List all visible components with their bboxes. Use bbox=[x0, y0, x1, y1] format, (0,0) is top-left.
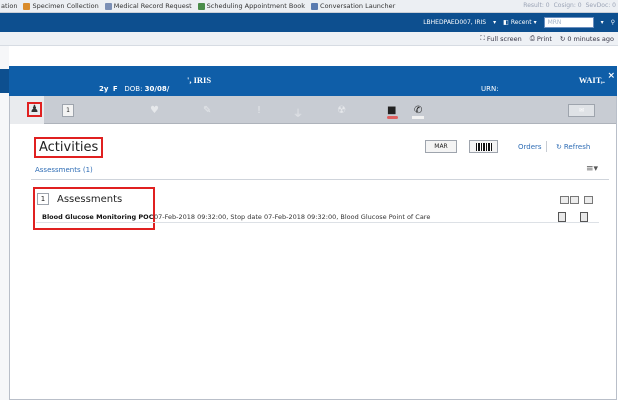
toolbar-specimen-collection[interactable]: Specimen Collection bbox=[23, 2, 99, 10]
vitals-icon[interactable]: ⏚ bbox=[293, 105, 303, 120]
group-document-icon[interactable] bbox=[570, 196, 579, 204]
calendar-icon bbox=[197, 2, 205, 10]
app-toolbar: ation Specimen Collection Medical Record… bbox=[0, 0, 618, 13]
tab-patient[interactable]: ♟ bbox=[10, 96, 44, 124]
print-button[interactable]: ⎙ Print bbox=[530, 34, 552, 43]
toolbar-item-label: ation bbox=[1, 2, 18, 10]
gutter-active-marker bbox=[0, 69, 9, 93]
print-label: Print bbox=[536, 34, 552, 43]
left-gutter bbox=[0, 46, 9, 400]
chevron-down-icon: ▾ bbox=[533, 19, 537, 26]
app-header: LBHEDPAED007, IRIS ▾ ◧ Recent ▾ MRN ▾ ⚲ bbox=[0, 13, 618, 32]
chevron-down-icon[interactable]: ▾ bbox=[601, 19, 604, 26]
person-icon: ♟ bbox=[27, 102, 42, 117]
thermometer-icon[interactable]: ! bbox=[257, 105, 261, 116]
patient-age: 2y bbox=[99, 85, 109, 93]
chat-icon bbox=[311, 2, 319, 10]
mar-button[interactable]: MAR bbox=[425, 140, 457, 153]
current-user[interactable]: LBHEDPAED007, IRIS bbox=[423, 19, 486, 26]
toolbar-item-label: Conversation Launcher bbox=[320, 2, 396, 10]
task-row[interactable]: Blood Glucose Monitoring POC 07-Feb-2018… bbox=[36, 211, 599, 223]
flag-document-icon[interactable] bbox=[580, 212, 588, 222]
recent-menu[interactable]: ◧ Recent ▾ bbox=[503, 19, 536, 26]
search-icon[interactable]: ⚲ bbox=[611, 19, 615, 26]
message-button[interactable]: ✉ bbox=[568, 104, 595, 117]
group-count: 1 bbox=[37, 193, 49, 205]
refresh-icon: ↻ bbox=[556, 143, 562, 151]
document-icon[interactable] bbox=[558, 212, 566, 222]
toolbar-item-truncated[interactable]: ation bbox=[1, 2, 17, 10]
patient-banner: ', IRIS 2y F DOB: 30/08/ URN: WAIT,. × bbox=[9, 66, 617, 96]
cosign-counter[interactable]: Cosign: 0 bbox=[554, 2, 582, 9]
patient-demographics: 2y F DOB: 30/08/ bbox=[99, 85, 169, 93]
alert-indicator bbox=[387, 116, 398, 119]
toolbar-medical-record-request[interactable]: Medical Record Request bbox=[104, 2, 192, 10]
phone-icon[interactable]: ✆ bbox=[414, 105, 422, 116]
view-toolbar: ⛶ Full screen ⎙ Print ↻ 0 minutes ago bbox=[0, 32, 618, 46]
refresh-icon: ↻ bbox=[559, 34, 566, 43]
full-screen-button[interactable]: ⛶ Full screen bbox=[480, 34, 521, 43]
sevdoc-counter[interactable]: SevDoc: 0 bbox=[586, 2, 616, 9]
full-screen-label: Full screen bbox=[486, 34, 522, 43]
notification-counters: Result: 0 Cosign: 0 SevDoc: 0 bbox=[523, 2, 616, 9]
toolbar-item-label: Scheduling Appointment Book bbox=[206, 2, 306, 10]
divider bbox=[546, 141, 547, 152]
task-detail: 07-Feb-2018 09:32:00, Stop date 07-Feb-2… bbox=[154, 213, 431, 221]
lock-icon[interactable]: ■ bbox=[387, 105, 396, 116]
refresh-label: Refresh bbox=[563, 143, 591, 151]
toolbar-conversation-launcher[interactable]: Conversation Launcher bbox=[311, 2, 395, 10]
dob-label: DOB: bbox=[124, 85, 143, 93]
heart-icon[interactable]: ♥ bbox=[150, 105, 159, 116]
patient-name: ', IRIS bbox=[187, 75, 212, 85]
urn-label: URN: bbox=[481, 85, 499, 93]
print-icon: ⎙ bbox=[529, 34, 535, 42]
envelope-icon: ✉ bbox=[578, 107, 585, 114]
page-title: Activities bbox=[34, 137, 104, 158]
recent-label: Recent bbox=[510, 19, 532, 26]
toolbar-item-label: Medical Record Request bbox=[113, 2, 192, 10]
assessments-filter-link[interactable]: Assessments (1) bbox=[35, 166, 93, 174]
result-counter[interactable]: Result: 0 bbox=[523, 2, 549, 9]
mrn-search-input[interactable]: MRN bbox=[543, 17, 594, 28]
refresh-timer[interactable]: ↻ 0 minutes ago bbox=[560, 35, 614, 43]
group-flag-icon[interactable] bbox=[584, 196, 593, 204]
time-ago-label: 0 minutes ago bbox=[567, 34, 614, 43]
toolbar-scheduling-appointment-book[interactable]: Scheduling Appointment Book bbox=[197, 2, 306, 10]
record-icon bbox=[104, 2, 112, 10]
group-title: Assessments bbox=[57, 194, 123, 205]
patient-dob: 30/08/ bbox=[144, 85, 170, 93]
chevron-down-icon[interactable]: ▾ bbox=[493, 19, 496, 26]
close-icon[interactable]: × bbox=[607, 71, 615, 81]
toolbar-item-label: Specimen Collection bbox=[32, 2, 99, 10]
task-name[interactable]: Blood Glucose Monitoring POC bbox=[42, 213, 153, 221]
tab-count[interactable]: 1 bbox=[62, 104, 74, 117]
pencil-icon[interactable]: ✎ bbox=[203, 105, 211, 116]
menu-icon[interactable]: ≡▾ bbox=[586, 164, 598, 174]
status-indicator bbox=[412, 116, 424, 119]
section-divider bbox=[31, 179, 609, 180]
orders-link[interactable]: Orders bbox=[518, 143, 542, 151]
full-screen-icon: ⛶ bbox=[480, 34, 485, 42]
radiation-icon[interactable]: ☢ bbox=[337, 105, 346, 116]
specimen-icon bbox=[23, 2, 31, 10]
history-icon: ◧ bbox=[503, 19, 509, 26]
chart-icon-bar: ♟ 1 ♥ ✎ ! ⏚ ☢ ■ ✆ ✉ bbox=[10, 96, 616, 124]
patient-status: WAIT,. bbox=[578, 75, 605, 85]
group-select-icon[interactable] bbox=[560, 196, 569, 204]
barcode-icon bbox=[475, 142, 492, 151]
patient-sex: F bbox=[112, 85, 118, 93]
refresh-button[interactable]: ↻ Refresh bbox=[556, 143, 590, 151]
barcode-scan-button[interactable] bbox=[469, 140, 498, 153]
